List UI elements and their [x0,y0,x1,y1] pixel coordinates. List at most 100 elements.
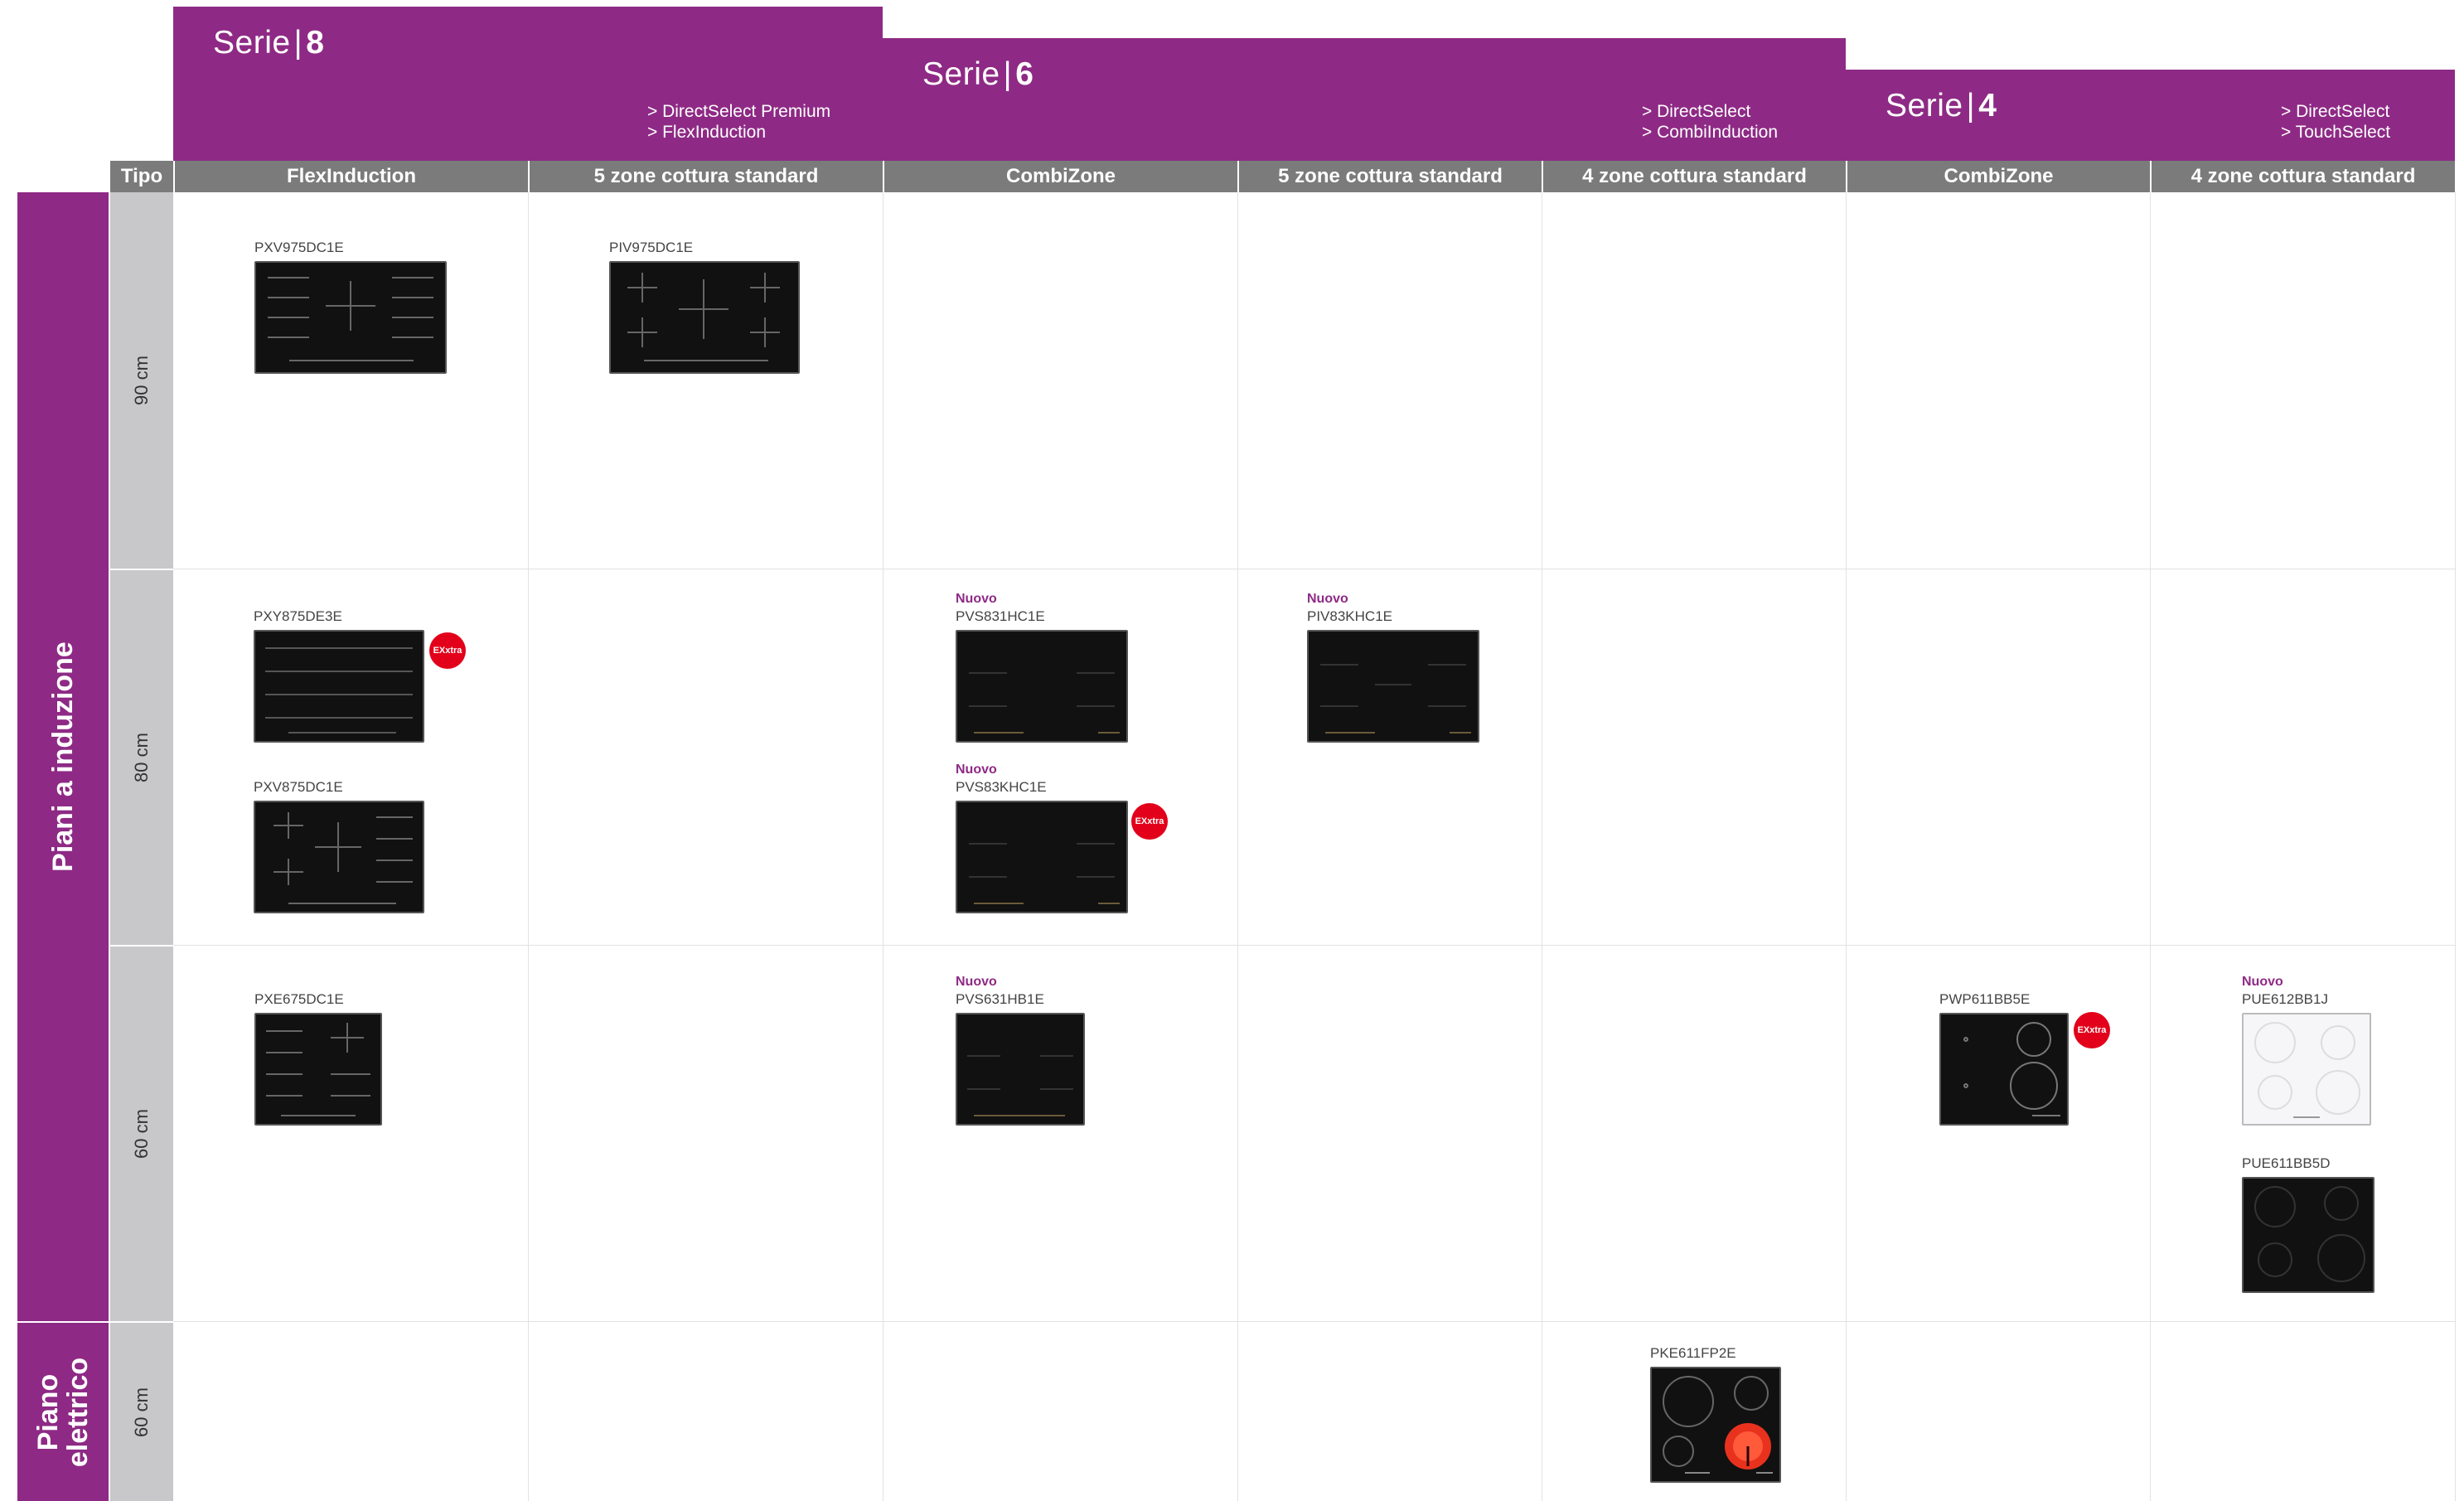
series-title: Serie | 4 [1886,88,1997,124]
series-features: > DirectSelect > TouchSelect [2281,101,2390,143]
column-header-combizone-s4: CombiZone [1846,161,2150,192]
series-number: 4 [1978,88,1997,123]
hob-image [254,1013,382,1126]
feature-item: > DirectSelect Premium [647,102,831,121]
feature-item: > DirectSelect [2281,102,2390,121]
column-label: 5 zone cottura standard [1278,165,1503,187]
product-pxe675dc1e[interactable]: PXE675DC1E [254,990,382,1126]
product-code: PVS631HB1E [956,991,1044,1007]
hob-image [2242,1177,2374,1293]
series-4-header: Serie | 4 > DirectSelect > TouchSelect [1846,70,2455,161]
feature-item: > CombiInduction [1642,123,1779,142]
product-pvs831hc1e[interactable]: Nuovo PVS831HC1E [956,591,1128,743]
series-features: > DirectSelect Premium > FlexInduction [647,101,830,143]
product-pke611fp2e[interactable]: PKE611FP2E [1650,1344,1781,1483]
category-label: Piani a induzione [47,642,79,872]
series-features: > DirectSelect > CombiInduction [1642,101,1778,143]
separator: | [1966,88,1976,123]
exxtra-badge: EXxtra [429,632,466,669]
new-badge: Nuovo [1307,592,1348,606]
hob-image [254,801,424,913]
product-pue612bb1j[interactable]: Nuovo PUE612BB1J [2242,974,2371,1126]
grid-line [2150,192,2151,1501]
product-code: PVS83KHC1E [956,779,1047,795]
hob-image [956,1013,1085,1126]
column-label: 4 zone cottura standard [1582,165,1807,187]
product-code: PIV975DC1E [609,240,694,255]
series-number: 6 [1015,56,1034,92]
column-label: CombiZone [1944,165,2054,187]
new-badge: Nuovo [956,763,997,777]
tipo-label: Tipo [120,165,163,187]
product-pvs83khc1e[interactable]: Nuovo PVS83KHC1E EXxtra [956,762,1168,913]
series-title: Serie | 8 [213,25,324,61]
row-header-80: 80 cm [110,570,173,945]
product-code: PUE611BB5D [2242,1155,2331,1171]
column-header-5-zone-s6: 5 zone cottura standard [1237,161,1542,192]
product-code: PVS831HC1E [956,608,1045,624]
grid-line [173,1321,2455,1322]
product-piv975dc1e[interactable]: PIV975DC1E [609,239,800,374]
new-badge: Nuovo [956,592,997,606]
product-pxv875dc1e[interactable]: PXV875DC1E [254,778,424,913]
column-label: 5 zone cottura standard [593,165,819,187]
new-badge: Nuovo [2242,975,2283,989]
exxtra-label: EXxtra [1135,816,1164,826]
exxtra-label: EXxtra [2077,1025,2107,1035]
product-code: PWP611BB5E [1939,991,2031,1007]
product-pvs631hb1e[interactable]: Nuovo PVS631HB1E [956,974,1085,1126]
series-label: Serie [213,25,291,61]
hob-image [1307,630,1479,743]
grid-line [173,945,2455,946]
exxtra-badge: EXxtra [1131,803,1168,840]
product-pwp611bb5e[interactable]: PWP611BB5E EXxtra [1939,990,2110,1126]
column-label: FlexInduction [287,165,416,187]
product-piv83khc1e[interactable]: Nuovo PIV83KHC1E [1307,591,1479,743]
row-header-60-electric: 60 cm [110,1323,173,1501]
row-label: 60 cm [131,1109,152,1159]
product-pxy875de3e[interactable]: PXY875DE3E EXxtra [254,608,466,743]
feature-item: > DirectSelect [1642,102,1751,121]
product-pue611bb5d[interactable]: PUE611BB5D [2242,1155,2374,1293]
hob-image [609,261,800,374]
column-header-combizone-s6: CombiZone [883,161,1237,192]
hob-image [1650,1367,1781,1483]
product-code: PXV875DC1E [254,779,343,795]
grid-line [2455,192,2456,1501]
series-title: Serie | 6 [922,56,1034,93]
product-code: PIV83KHC1E [1307,608,1392,624]
hob-image [956,801,1128,913]
tipo-header: Tipo [110,161,173,192]
separator: | [1003,56,1013,92]
product-code: PKE611FP2E [1650,1345,1736,1361]
column-header-4-zone-s6: 4 zone cottura standard [1542,161,1846,192]
category-label-line: Piano [32,1373,64,1450]
hob-image [956,630,1128,743]
series-number: 8 [306,25,325,61]
column-header-5-zone-s8: 5 zone cottura standard [528,161,883,192]
separator: | [293,25,303,61]
hob-image [254,630,424,743]
hob-image [254,261,447,374]
grid-line [528,192,529,1501]
column-label: 4 zone cottura standard [2190,165,2416,187]
hob-image [2242,1013,2371,1126]
product-code: PXY875DE3E [254,608,342,624]
product-code: PXV975DC1E [254,240,344,255]
grid-line [1237,192,1238,1501]
row-label: 60 cm [131,1387,152,1437]
column-label: CombiZone [1006,165,1116,187]
column-header-flexinduction: FlexInduction [173,161,528,192]
row-header-90: 90 cm [110,192,173,569]
series-label: Serie [1886,88,1963,123]
feature-item: > FlexInduction [647,123,767,142]
feature-item: > TouchSelect [2281,123,2391,142]
category-label-line: elettrico [62,1357,94,1467]
grid-line [1846,192,1847,1501]
exxtra-label: EXxtra [433,646,462,656]
series-label: Serie [922,56,1000,92]
product-pxv975dc1e[interactable]: PXV975DC1E [254,239,447,374]
series-6-header: Serie | 6 > DirectSelect > CombiInduction [883,38,1846,161]
product-code: PUE612BB1J [2242,991,2328,1007]
row-label: 80 cm [131,733,152,782]
